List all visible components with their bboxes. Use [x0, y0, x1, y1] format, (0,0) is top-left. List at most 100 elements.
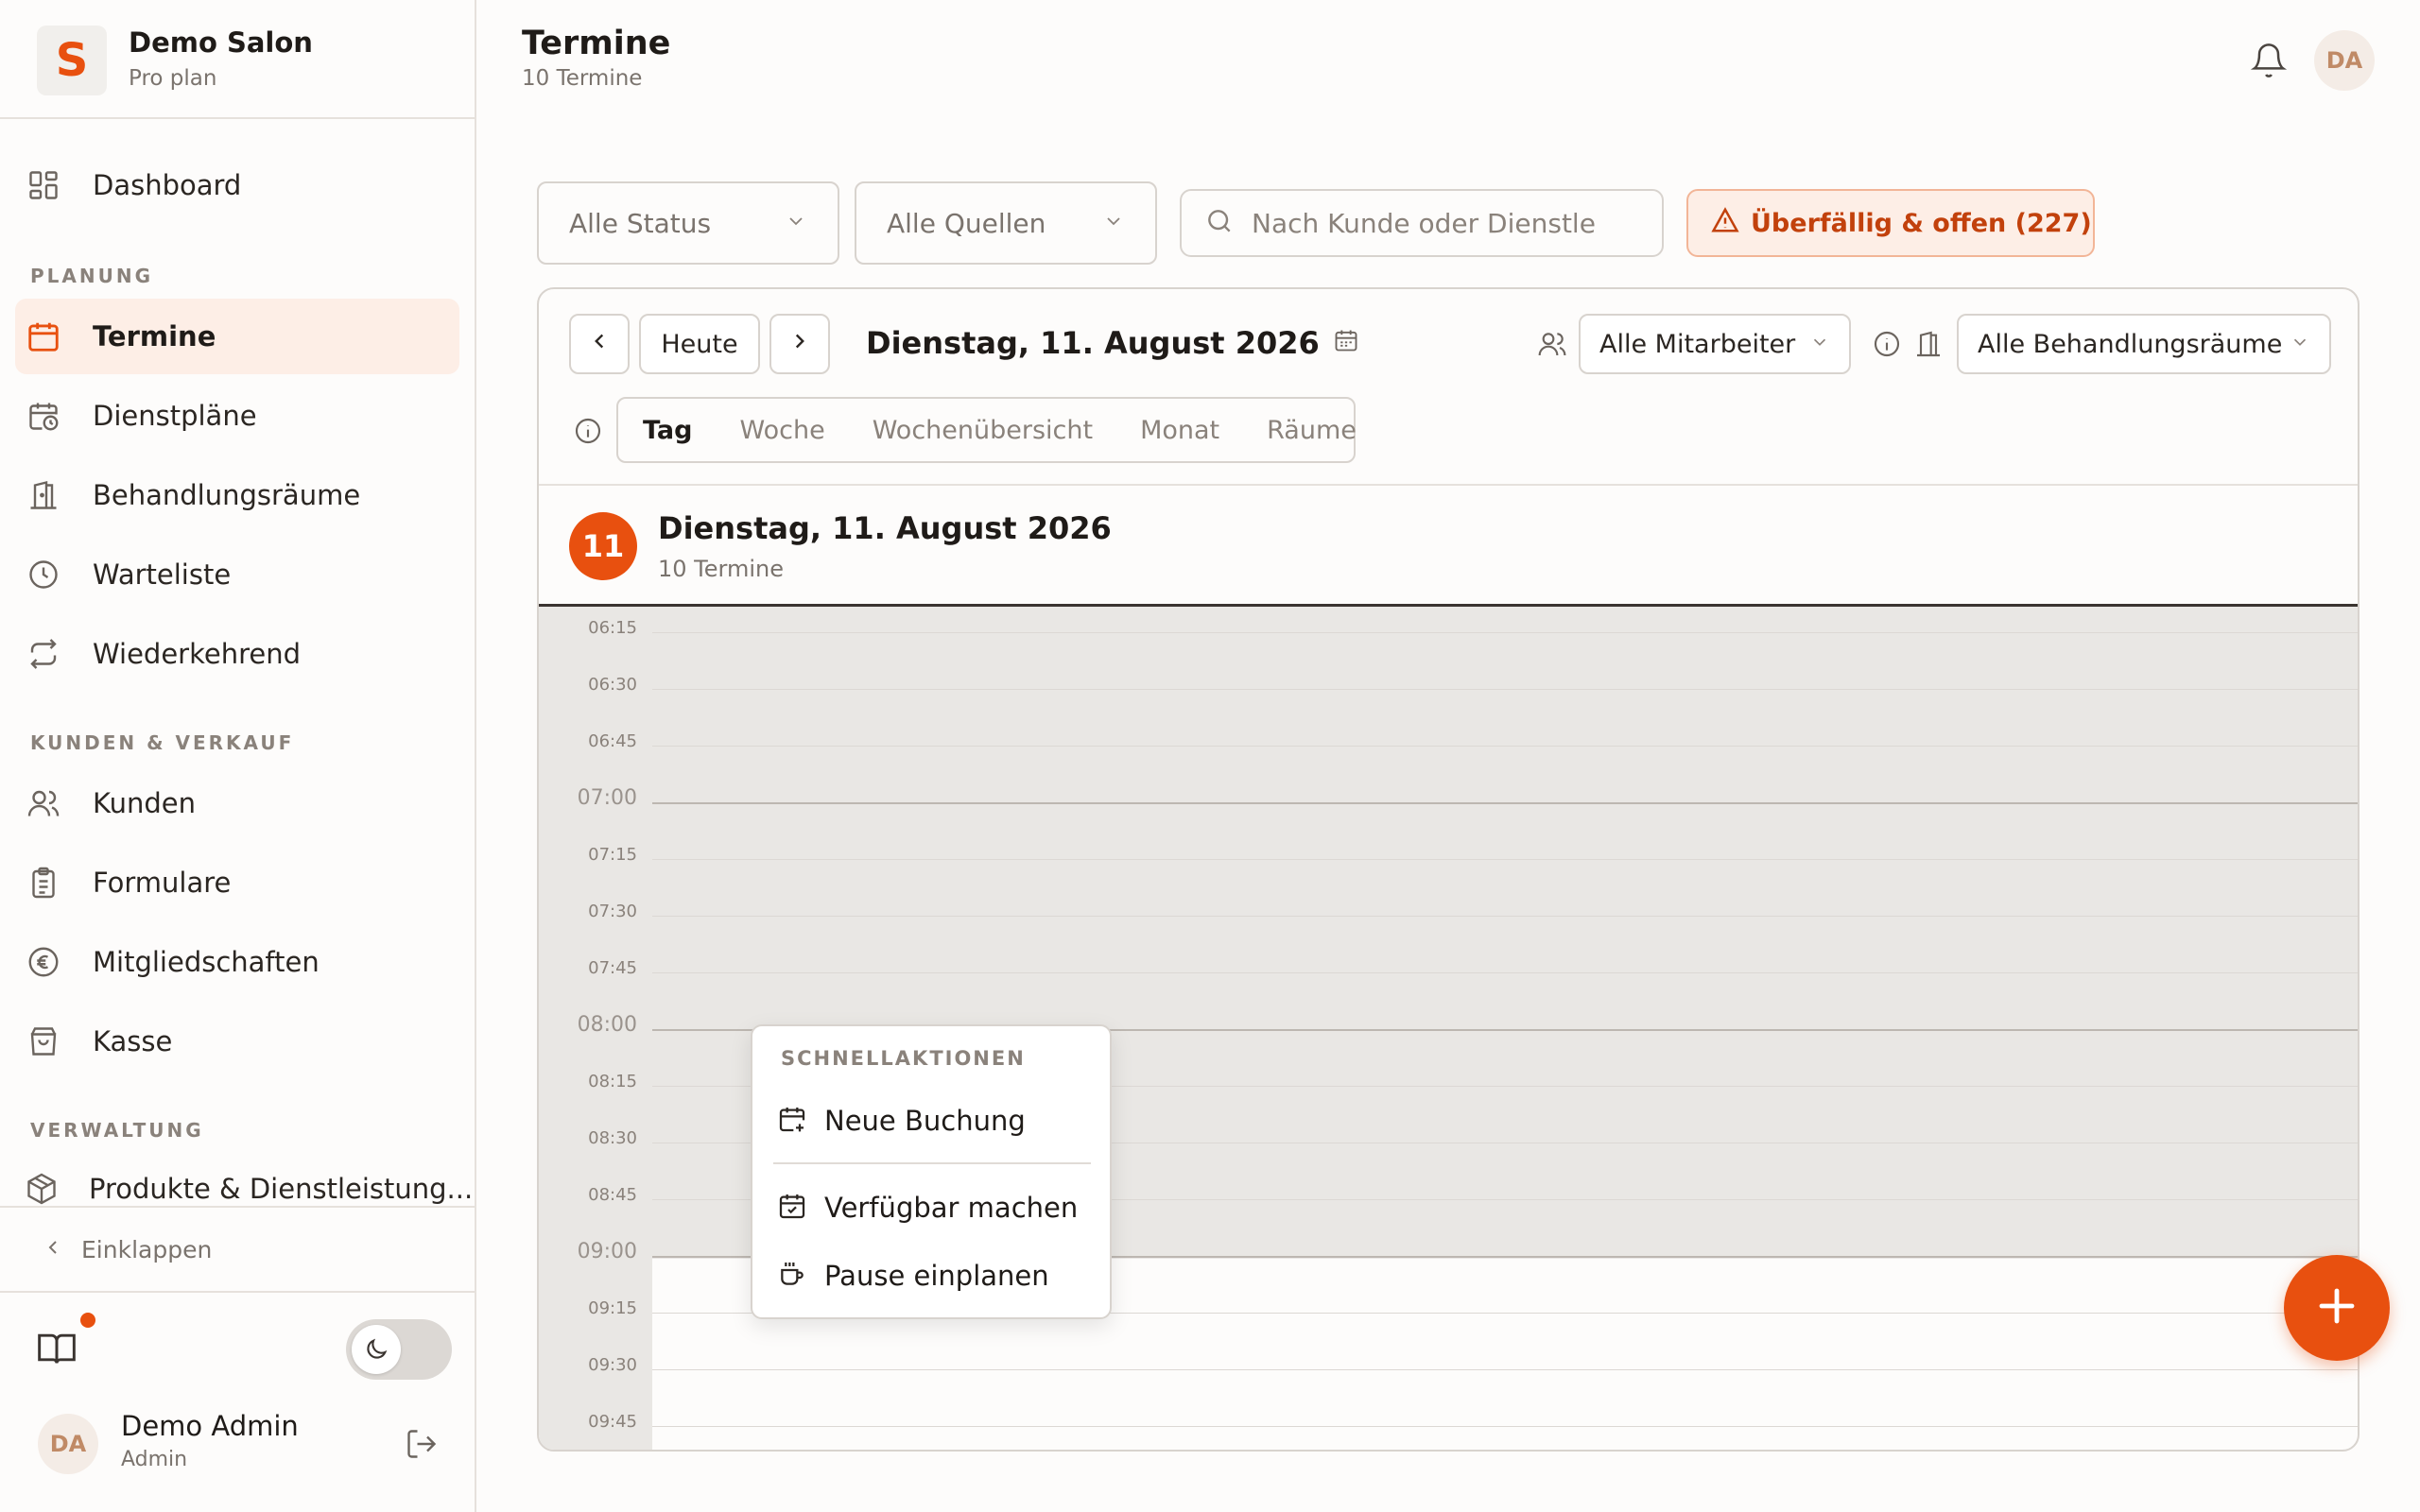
salon-name: Demo Salon [129, 26, 313, 59]
bell-icon[interactable] [2250, 42, 2288, 79]
sidebar-item-label: Mitgliedschaften [93, 946, 320, 978]
tab-rooms[interactable]: Räume [1267, 416, 1357, 445]
users-icon [1537, 329, 1571, 363]
time-slot-row[interactable]: 07:00 [539, 777, 2358, 833]
search-icon [1204, 206, 1235, 240]
search-input[interactable] [1252, 207, 1662, 239]
tab-month[interactable]: Monat [1140, 416, 1219, 445]
sidebar-item-label: Dashboard [93, 169, 242, 201]
day-title: Dienstag, 11. August 2026 [658, 510, 1112, 546]
chevron-down-icon [785, 208, 807, 239]
sidebar-item-label: Kunden [93, 787, 196, 819]
search-field[interactable] [1180, 189, 1664, 257]
time-slot-row[interactable]: 07:30 [539, 890, 2358, 947]
time-label: 07:30 [588, 902, 637, 921]
chevron-down-icon [1809, 330, 1830, 359]
source-filter-value: Alle Quellen [887, 207, 1046, 239]
door-icon [1913, 329, 1945, 361]
source-filter-select[interactable]: Alle Quellen [855, 181, 1157, 265]
book-open-icon[interactable] [36, 1327, 78, 1368]
sidebar-item-customers[interactable]: Kunden [15, 765, 459, 841]
status-filter-value: Alle Status [569, 207, 712, 239]
sidebar-item-label: Behandlungsräume [93, 479, 361, 511]
room-filter-select[interactable]: Alle Behandlungsräume [1957, 314, 2331, 374]
info-icon[interactable] [573, 416, 605, 448]
dark-mode-toggle[interactable] [346, 1319, 452, 1380]
overdue-filter-label: Überfällig & offen (227) [1751, 208, 2092, 238]
calendar-icon [25, 318, 62, 355]
time-slot-line [652, 1426, 2358, 1427]
sidebar-item-rooms[interactable]: Behandlungsräume [15, 457, 459, 533]
time-slot-line [652, 746, 2358, 747]
chevron-down-icon [1102, 208, 1125, 239]
tab-day[interactable]: Tag [643, 416, 692, 445]
sidebar-item-label: Formulare [93, 867, 232, 899]
time-slot-row[interactable]: 06:45 [539, 720, 2358, 777]
tab-week-overview[interactable]: Wochenübersicht [873, 416, 1093, 445]
overdue-filter-button[interactable]: Überfällig & offen (227) [1686, 189, 2095, 257]
schedule-break-menu-item[interactable]: Pause einplanen [777, 1249, 1089, 1302]
salon-plan: Pro plan [129, 66, 217, 91]
sidebar-item-recurring[interactable]: Wiederkehrend [15, 616, 459, 692]
tab-week[interactable]: Woche [739, 416, 824, 445]
previous-day-button[interactable] [569, 314, 630, 374]
calendar-plus-icon [777, 1104, 807, 1138]
today-button[interactable]: Heute [639, 314, 760, 374]
user-avatar[interactable]: DA [38, 1414, 98, 1474]
sidebar-item-dienstplaene[interactable]: Dienstpläne [15, 378, 459, 454]
time-slot-row[interactable]: 09:30 [539, 1344, 2358, 1400]
new-booking-label: Neue Buchung [824, 1105, 1026, 1137]
collapse-label: Einklappen [81, 1235, 213, 1263]
chevron-right-icon [787, 329, 812, 360]
sidebar-item-memberships[interactable]: Mitgliedschaften [15, 924, 459, 1000]
sidebar-item-label: Termine [93, 320, 216, 352]
quick-actions-menu: SCHNELLAKTIONEN Neue Buchung Verfügbar m… [751, 1024, 1112, 1319]
day-header: 11 Dienstag, 11. August 2026 10 Termine [539, 484, 2358, 607]
add-appointment-button[interactable] [2284, 1255, 2390, 1361]
next-day-button[interactable] [769, 314, 830, 374]
users-icon [25, 784, 62, 822]
dashboard-icon [25, 166, 62, 204]
brand-header[interactable]: S Demo Salon Pro plan [0, 0, 475, 119]
sidebar: S Demo Salon Pro plan Dashboard PLANUNG … [0, 0, 476, 1512]
logout-icon[interactable] [405, 1427, 439, 1461]
time-slot-row[interactable]: 09:45 [539, 1400, 2358, 1450]
notification-dot [80, 1313, 95, 1328]
info-icon[interactable] [1872, 329, 1904, 361]
time-slot-line [652, 916, 2358, 917]
sidebar-item-waitlist[interactable]: Warteliste [15, 537, 459, 612]
time-label: 08:00 [577, 1013, 637, 1037]
time-slot-line [652, 802, 2358, 804]
time-label: 08:30 [588, 1128, 637, 1148]
new-booking-menu-item[interactable]: Neue Buchung [777, 1094, 1089, 1147]
header-avatar[interactable]: DA [2314, 30, 2375, 91]
date-picker-trigger[interactable]: Dienstag, 11. August 2026 [866, 325, 1359, 361]
time-slot-row[interactable]: 06:30 [539, 663, 2358, 720]
user-role: Admin [121, 1448, 188, 1471]
time-slot-row[interactable]: 06:15 [539, 607, 2358, 663]
page-title: Termine [522, 25, 671, 62]
time-label: 09:45 [588, 1412, 637, 1432]
quick-actions-title: SCHNELLAKTIONEN [781, 1047, 1026, 1070]
plus-icon [2314, 1283, 2360, 1332]
time-label: 09:30 [588, 1355, 637, 1375]
door-icon [25, 476, 62, 514]
day-appointment-count: 10 Termine [658, 556, 784, 582]
sidebar-item-forms[interactable]: Formulare [15, 845, 459, 920]
coffee-icon [777, 1259, 807, 1293]
make-available-label: Verfügbar machen [824, 1192, 1079, 1224]
time-label: 09:00 [577, 1240, 637, 1263]
time-slot-row[interactable]: 07:45 [539, 947, 2358, 1004]
sidebar-item-dashboard[interactable]: Dashboard [15, 147, 459, 223]
page-subtitle: 10 Termine [522, 66, 643, 91]
time-slot-line [652, 972, 2358, 973]
sidebar-item-pos[interactable]: Kasse [15, 1004, 459, 1079]
time-label: 07:45 [588, 958, 637, 978]
collapse-sidebar-button[interactable]: Einklappen [0, 1206, 475, 1293]
sidebar-item-termine[interactable]: Termine [15, 299, 459, 374]
time-label: 07:00 [577, 786, 637, 810]
time-slot-row[interactable]: 07:15 [539, 833, 2358, 890]
staff-filter-select[interactable]: Alle Mitarbeiter [1579, 314, 1851, 374]
status-filter-select[interactable]: Alle Status [537, 181, 839, 265]
make-available-menu-item[interactable]: Verfügbar machen [777, 1181, 1089, 1234]
